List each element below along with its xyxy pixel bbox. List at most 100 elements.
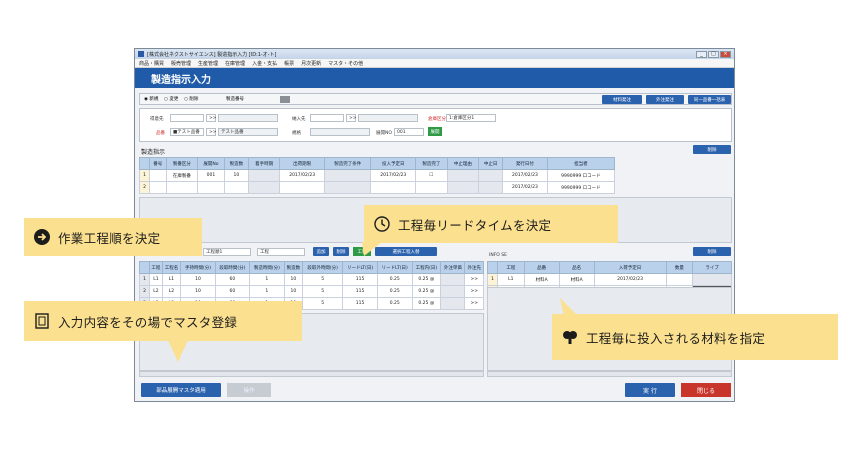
cell[interactable]: >> — [464, 285, 484, 298]
process-order-select[interactable]: 工程順1 — [203, 248, 251, 256]
cell[interactable]: 0.25 — [376, 297, 413, 310]
item-input[interactable]: ■テスト品番 — [170, 128, 204, 136]
cell[interactable]: 60 — [214, 285, 251, 298]
process-delete-button[interactable]: 削除 — [333, 247, 349, 256]
cell[interactable]: 0.25 @ — [411, 273, 442, 286]
warehouse-select[interactable]: 1:倉庫区分1 — [446, 114, 496, 122]
menu-item[interactable]: 生産管理 — [198, 60, 218, 67]
cell[interactable]: ☐ — [415, 169, 448, 182]
cell[interactable] — [197, 181, 225, 194]
cell[interactable]: 2017/02/23 — [502, 181, 548, 194]
cell[interactable]: 材料A — [523, 273, 560, 286]
cell[interactable]: 2017/02/23 — [279, 169, 325, 182]
route-select[interactable]: 001 — [394, 128, 424, 136]
close-button[interactable]: 閉じる — [681, 383, 731, 397]
cell[interactable]: L1 — [149, 273, 163, 286]
customer-lookup-button[interactable]: >> — [206, 114, 217, 122]
execute-button[interactable]: 実 行 — [625, 383, 675, 397]
spec-display — [310, 128, 370, 136]
cell[interactable]: 10 — [180, 273, 216, 286]
menu-item[interactable]: 販売管理 — [171, 60, 191, 67]
cell[interactable] — [279, 181, 325, 194]
cell[interactable]: L1 — [161, 273, 182, 286]
cell — [440, 285, 466, 298]
cell[interactable]: >> — [464, 273, 484, 286]
material-scrollbar[interactable] — [487, 371, 732, 377]
table-row[interactable]: 2 L2 L2 10 60 1 10 5 115 0.25 0.25 @ >> — [139, 285, 484, 298]
delivery-lookup-button[interactable]: >> — [346, 114, 357, 122]
cell[interactable]: 0.25 @ — [411, 297, 442, 310]
cell[interactable]: L2 — [149, 285, 163, 298]
cell — [247, 169, 281, 182]
cell[interactable] — [223, 181, 249, 194]
cell[interactable]: 2017/02/23 — [593, 273, 667, 286]
route-expand-button[interactable]: 展開 — [428, 127, 442, 136]
material-info-label: INFO SE — [489, 253, 507, 258]
spec-label: 規格 — [292, 131, 301, 136]
cell[interactable]: 60 — [214, 273, 251, 286]
instructions-delete-button[interactable]: 削除 — [693, 145, 731, 154]
mode-edit-radio[interactable]: ○ 変更 — [164, 96, 178, 102]
cell[interactable]: L1 — [497, 273, 525, 286]
cell[interactable]: 10 — [223, 169, 249, 182]
cell[interactable]: 1 — [249, 273, 285, 286]
process-type-select[interactable]: 工程 — [257, 248, 305, 256]
cell[interactable] — [165, 181, 199, 194]
cell[interactable]: 10 — [283, 285, 304, 298]
mode-new-radio[interactable]: ◉ 新規 — [144, 96, 158, 102]
cell[interactable] — [415, 181, 448, 194]
cell[interactable]: 115 — [342, 285, 378, 298]
cell[interactable]: 9990999 ロコード — [546, 169, 616, 182]
minimize-button[interactable]: _ — [696, 50, 707, 58]
cell[interactable]: 0.25 — [376, 285, 413, 298]
cell[interactable]: 在庫製番 — [165, 169, 199, 182]
col-header: 中止理由 — [446, 157, 480, 170]
menu-item[interactable]: 商品・購買 — [139, 60, 164, 67]
menu-item[interactable]: 帳票 — [284, 60, 294, 67]
process-add-button[interactable]: 追加 — [313, 247, 329, 256]
cell[interactable]: 10 — [180, 285, 216, 298]
delivery-input[interactable] — [310, 114, 344, 122]
cell[interactable]: 5 — [302, 297, 344, 310]
cell[interactable]: 10 — [283, 273, 304, 286]
material-delete-button[interactable]: 削除 — [693, 247, 731, 256]
menu-item[interactable]: マスタ・その他 — [328, 60, 363, 67]
cell: 材料A — [558, 273, 595, 286]
cell[interactable]: 0.25 @ — [411, 285, 442, 298]
customer-input[interactable] — [170, 114, 204, 122]
apply-master-button[interactable]: 部品展開マスタ適用 — [141, 383, 221, 397]
menu-item[interactable]: 月次更新 — [301, 60, 321, 67]
outsource-order-button[interactable]: 外注発注 — [646, 95, 684, 104]
callout-pointer — [560, 298, 578, 316]
same-item-list-button[interactable]: 同一品番一括表 — [688, 95, 731, 104]
cell[interactable]: 0.25 — [376, 273, 413, 286]
item-lookup-button[interactable]: >> — [206, 128, 217, 136]
cell[interactable] — [370, 181, 417, 194]
cell[interactable]: 2017/02/23 — [370, 169, 417, 182]
table-row[interactable]: 1 L1 材料A 材料A 2017/02/23 — [487, 273, 732, 286]
col-header: 外注単価 — [440, 261, 466, 274]
cell[interactable]: 115 — [342, 273, 378, 286]
table-row[interactable]: 2 2017/02/23 9990999 ロコード — [139, 181, 616, 194]
material-order-button[interactable]: 材料発注 — [602, 95, 642, 104]
cell[interactable]: 001 — [197, 169, 225, 182]
cell[interactable]: >> — [464, 297, 484, 310]
order-no-button[interactable] — [280, 96, 290, 103]
cell[interactable]: 5 — [302, 285, 344, 298]
table-row[interactable]: 1 在庫製番 001 10 2017/02/23 2017/02/23 ☐ 20… — [139, 169, 616, 182]
cell[interactable]: 1 — [249, 285, 285, 298]
menu-item[interactable]: 入金・支払 — [252, 60, 277, 67]
cell[interactable]: 5 — [302, 273, 344, 286]
cell[interactable] — [665, 273, 694, 286]
close-window-button[interactable]: × — [720, 50, 731, 58]
maximize-button[interactable]: □ — [708, 50, 719, 58]
table-row[interactable]: 1 L1 L1 10 60 1 10 5 115 0.25 0.25 @ >> — [139, 273, 484, 286]
menu-item[interactable]: 在庫管理 — [225, 60, 245, 67]
process-scrollbar[interactable] — [139, 371, 484, 377]
cell[interactable]: 9990999 ロコード — [546, 181, 616, 194]
mode-delete-radio[interactable]: ○ 削除 — [184, 96, 198, 102]
disabled-action-button[interactable]: 操作 — [227, 383, 271, 397]
cell[interactable]: 115 — [342, 297, 378, 310]
cell[interactable]: 2017/02/23 — [502, 169, 548, 182]
cell[interactable]: L2 — [161, 285, 182, 298]
